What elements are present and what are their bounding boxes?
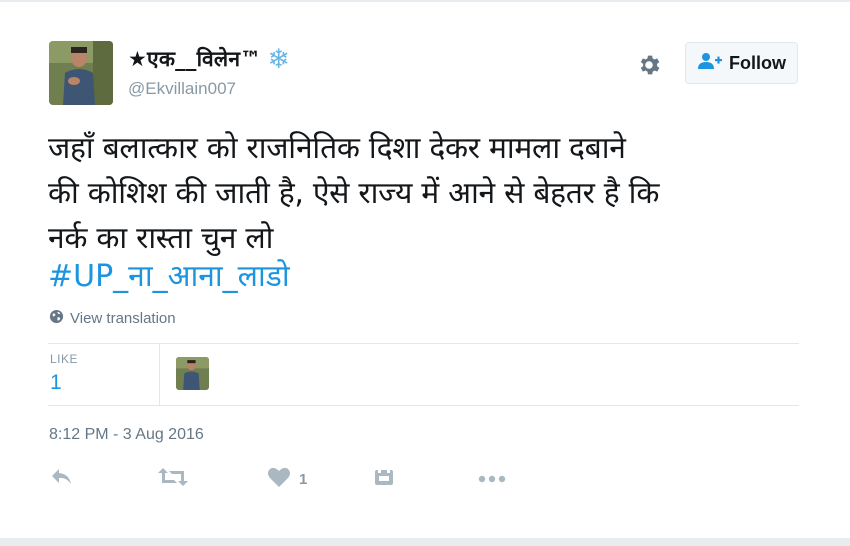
like-count[interactable]: 1 (50, 371, 62, 395)
follow-button[interactable]: Follow (685, 42, 798, 84)
top-border (0, 0, 850, 2)
like-action-count: 1 (299, 470, 308, 488)
profile-avatar[interactable] (49, 41, 113, 105)
more-button[interactable] (478, 466, 506, 492)
liker-avatar[interactable] (176, 357, 209, 390)
globe-icon (49, 309, 64, 328)
snowflake-icon: ❄ (267, 43, 290, 75)
view-translation-label: View translation (70, 310, 176, 327)
follow-person-icon (697, 52, 723, 75)
stats-divider-top (48, 343, 799, 344)
tweet-text: जहाँ बलात्कार को राजनितिक दिशा देकर मामल… (48, 126, 828, 261)
like-label: LIKE (50, 352, 79, 366)
hashtag-link[interactable]: #UP_ना_आना_लाडो (48, 257, 290, 297)
like-button[interactable]: 1 (267, 466, 307, 492)
follow-label: Follow (729, 52, 786, 73)
user-handle[interactable]: @Ekvillain007 (128, 79, 236, 99)
gear-icon[interactable] (634, 50, 664, 80)
save-icon (374, 467, 394, 492)
user-display-name[interactable]: ★एक__विलेन™ ❄ (128, 44, 290, 74)
stats-divider-bottom (48, 405, 799, 406)
stats-divider-vertical (159, 344, 160, 405)
retweet-button[interactable] (158, 466, 188, 492)
retweet-icon (158, 467, 188, 492)
tweet-timestamp: 8:12 PM - 3 Aug 2016 (49, 426, 204, 443)
reply-button[interactable] (50, 466, 74, 492)
more-icon (478, 470, 506, 488)
view-translation-link[interactable]: View translation (49, 309, 176, 328)
tweet-line: की कोशिश की जाती है, ऐसे राज्य में आने स… (48, 176, 660, 211)
display-name-text: ★एक__विलेन™ (128, 47, 262, 71)
tweet-line: जहाँ बलात्कार को राजनितिक दिशा देकर मामल… (48, 131, 626, 166)
bottom-border (0, 538, 850, 546)
save-button[interactable] (374, 466, 394, 492)
heart-icon (267, 466, 291, 493)
tweet-line: नर्क का रास्ता चुन लो (48, 221, 274, 256)
reply-icon (50, 467, 74, 492)
